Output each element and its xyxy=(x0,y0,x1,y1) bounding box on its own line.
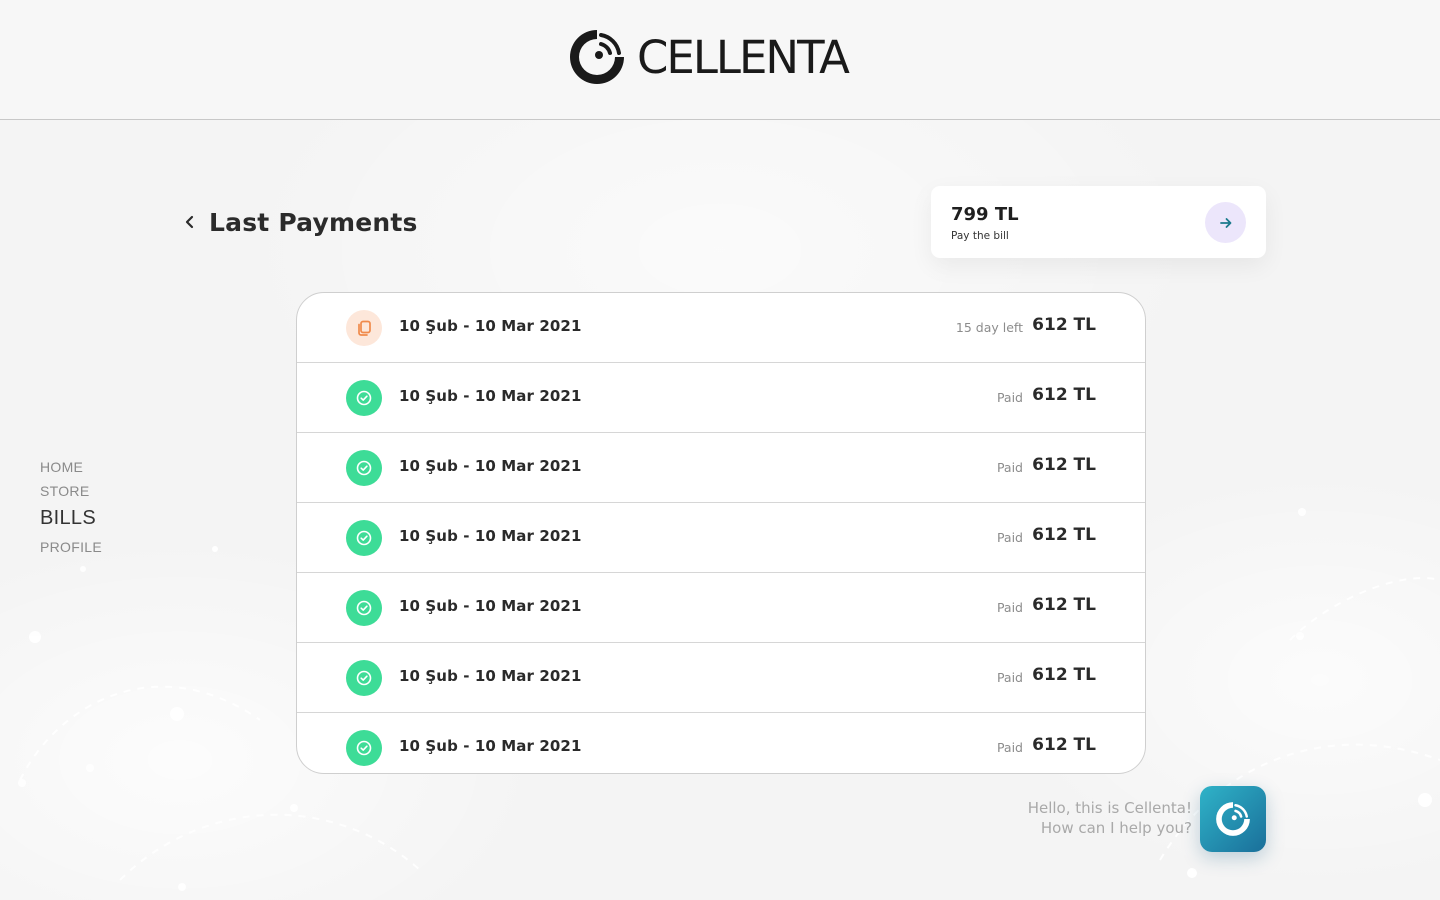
bill-amount: 612 TL xyxy=(1032,455,1096,475)
bill-row[interactable]: 10 Şub - 10 Mar 2021 Paid 612 TL xyxy=(297,433,1145,503)
bill-amount: 612 TL xyxy=(1032,315,1096,335)
check-circle-icon xyxy=(356,600,372,616)
check-circle-icon xyxy=(356,460,372,476)
paid-status xyxy=(346,730,382,766)
paid-status xyxy=(346,660,382,696)
bill-status: Paid xyxy=(996,530,1023,545)
pay-bill-button[interactable] xyxy=(1205,202,1246,243)
bill-row[interactable]: 10 Şub - 10 Mar 2021 Paid 612 TL xyxy=(297,713,1145,773)
bill-period: 10 Şub - 10 Mar 2021 xyxy=(399,667,582,685)
bill-amount: 612 TL xyxy=(1032,385,1096,405)
bill-amount: 612 TL xyxy=(1032,665,1096,685)
page-title: Last Payments xyxy=(209,207,418,237)
bill-list: 10 Şub - 10 Mar 2021 15 day left 612 TL … xyxy=(296,292,1146,774)
bill-status: Paid xyxy=(996,600,1023,615)
bill-status: 15 day left xyxy=(955,320,1023,335)
chat-greeting: Hello, this is Cellenta! How can I help … xyxy=(1000,798,1192,838)
bill-row[interactable]: 10 Şub - 10 Mar 2021 Paid 612 TL xyxy=(297,503,1145,573)
bill-period: 10 Şub - 10 Mar 2021 xyxy=(399,457,582,475)
paid-status xyxy=(346,520,382,556)
check-circle-icon xyxy=(356,740,372,756)
check-circle-icon xyxy=(356,530,372,546)
documents-icon xyxy=(358,320,371,336)
side-nav: HOME STORE BILLS PROFILE xyxy=(40,456,160,560)
bill-period: 10 Şub - 10 Mar 2021 xyxy=(399,317,582,335)
top-header: CELLENTA xyxy=(0,0,1440,120)
bill-period: 10 Şub - 10 Mar 2021 xyxy=(399,387,582,405)
check-circle-icon xyxy=(356,670,372,686)
bill-status: Paid xyxy=(996,460,1023,475)
pay-label: Pay the bill xyxy=(951,230,1009,242)
bill-amount: 612 TL xyxy=(1032,525,1096,545)
bill-period: 10 Şub - 10 Mar 2021 xyxy=(399,527,582,545)
bill-status: Paid xyxy=(996,740,1023,755)
back-button[interactable] xyxy=(180,212,200,232)
pending-status xyxy=(346,310,382,346)
check-circle-icon xyxy=(356,390,372,406)
bill-amount: 612 TL xyxy=(1032,735,1096,755)
chat-greeting-line-2: How can I help you? xyxy=(1040,819,1192,837)
title-row: Last Payments xyxy=(180,200,418,244)
nav-item-store[interactable]: STORE xyxy=(40,480,160,504)
nav-item-home[interactable]: HOME xyxy=(40,456,160,480)
pay-amount: 799 TL xyxy=(951,204,1019,225)
pay-bill-card[interactable]: 799 TL Pay the bill xyxy=(931,186,1266,258)
arrow-right-icon xyxy=(1219,217,1231,228)
bill-amount: 612 TL xyxy=(1032,595,1096,615)
bill-period: 10 Şub - 10 Mar 2021 xyxy=(399,737,582,755)
cellenta-logo-icon xyxy=(570,30,624,84)
cellenta-logo-icon xyxy=(1216,802,1250,836)
bill-status: Paid xyxy=(996,390,1023,405)
brand-name: CELLENTA xyxy=(637,30,850,84)
bill-row[interactable]: 10 Şub - 10 Mar 2021 Paid 612 TL xyxy=(297,573,1145,643)
cellenta-logo[interactable]: CELLENTA xyxy=(565,24,875,90)
nav-item-profile[interactable]: PROFILE xyxy=(40,536,160,560)
bill-row[interactable]: 10 Şub - 10 Mar 2021 Paid 612 TL xyxy=(297,643,1145,713)
bill-row[interactable]: 10 Şub - 10 Mar 2021 15 day left 612 TL xyxy=(297,293,1145,363)
chat-assistant-button[interactable] xyxy=(1200,786,1266,852)
paid-status xyxy=(346,590,382,626)
bill-period: 10 Şub - 10 Mar 2021 xyxy=(399,597,582,615)
paid-status xyxy=(346,450,382,486)
paid-status xyxy=(346,380,382,416)
nav-item-bills[interactable]: BILLS xyxy=(40,504,160,536)
chat-greeting-line-1: Hello, this is Cellenta! xyxy=(1027,799,1192,817)
bill-row[interactable]: 10 Şub - 10 Mar 2021 Paid 612 TL xyxy=(297,363,1145,433)
chevron-left-icon xyxy=(185,215,194,229)
bill-status: Paid xyxy=(996,670,1023,685)
